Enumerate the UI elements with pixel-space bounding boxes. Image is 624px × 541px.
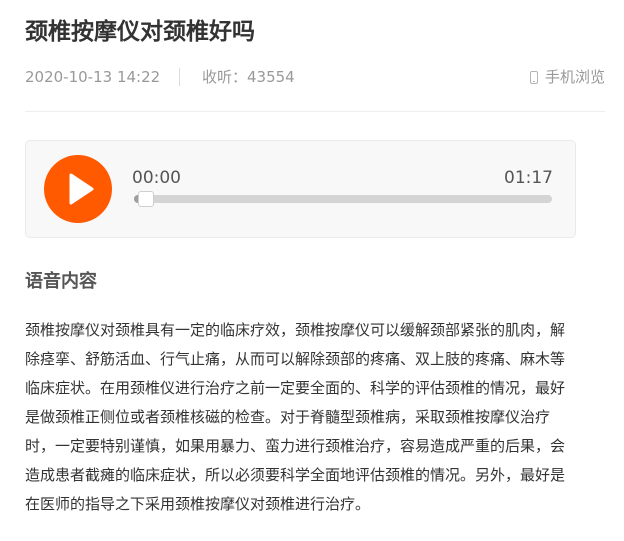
- mobile-view-link[interactable]: 手机浏览: [529, 64, 605, 90]
- audio-player: 00:00 01:17: [25, 140, 576, 238]
- total-time: 01:17: [504, 168, 553, 188]
- progress-handle[interactable]: [138, 191, 155, 207]
- meta-separator: [179, 68, 180, 86]
- listen-count: 收听：43554: [202, 68, 295, 86]
- content-line: 颈椎按摩仪对颈椎具有一定的临床疗效，颈椎按摩仪可以缓解颈部紧张的肌肉，解: [25, 321, 566, 339]
- play-icon: [69, 173, 94, 205]
- header-divider: [25, 111, 605, 112]
- article-meta: 2020-10-13 14:22 收听：43554 手机浏览: [25, 64, 605, 90]
- content-line: 除痉挛、舒筋活血、行气止痛，从而可以解除颈部的疼痛、双上肢的疼痛、麻木等: [25, 350, 566, 368]
- publish-date: 2020-10-13 14:22: [25, 68, 161, 86]
- mobile-view-label: 手机浏览: [544, 68, 605, 86]
- progress-track[interactable]: [134, 195, 552, 203]
- content-line: 临床症状。在用颈椎仪进行治疗之前一定要全面的、科学的评估颈椎的情况，最好: [25, 379, 566, 397]
- voice-content: 颈椎按摩仪对颈椎具有一定的临床疗效，颈椎按摩仪可以缓解颈部紧张的肌肉，解 除痉挛…: [25, 316, 605, 519]
- article-title: 颈椎按摩仪对颈椎好吗: [25, 19, 255, 45]
- play-button[interactable]: [44, 155, 112, 223]
- content-line: 造成患者截瘫的临床症状，所以必须要科学全面地评估颈椎的情况。另外，最好是: [25, 466, 566, 484]
- page: 颈椎按摩仪对颈椎好吗 2020-10-13 14:22 收听：43554 手机浏…: [0, 0, 624, 541]
- section-title: 语音内容: [25, 271, 97, 292]
- content-line: 是做颈椎正侧位或者颈椎核磁的检查。对于脊髓型颈椎病，采取颈椎按摩仪治疗: [25, 408, 551, 426]
- phone-icon: [529, 70, 538, 84]
- content-line: 在医师的指导之下采用颈椎按摩仪对颈椎进行治疗。: [25, 495, 371, 513]
- current-time: 00:00: [132, 168, 181, 188]
- content-line: 时，一定要特别谨慎，如果用暴力、蛮力进行颈椎治疗，容易造成严重的后果，会: [25, 437, 566, 455]
